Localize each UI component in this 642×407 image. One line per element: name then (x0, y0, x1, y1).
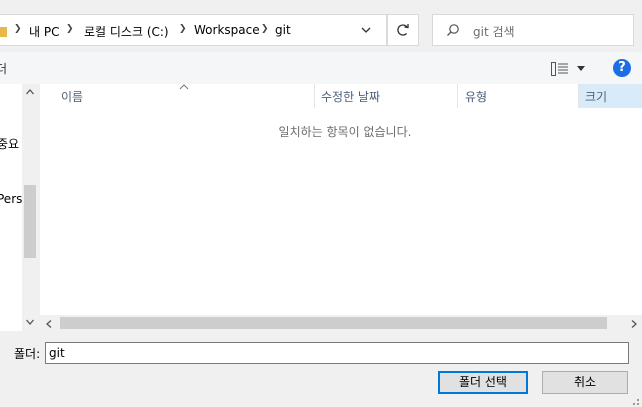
column-divider[interactable] (457, 84, 458, 108)
cancel-button[interactable]: 취소 (542, 371, 628, 394)
caret-down-icon[interactable] (576, 64, 586, 72)
chevron-right-icon[interactable]: ❯ (66, 24, 74, 34)
chevron-right-icon[interactable]: ❯ (179, 24, 187, 34)
column-header-size[interactable]: 크기 (585, 88, 607, 105)
toolbar: 더 ? (0, 52, 642, 84)
refresh-button[interactable] (387, 14, 419, 46)
search-placeholder[interactable]: git 검색 (473, 23, 515, 40)
breadcrumb-this-pc[interactable]: 내 PC (29, 23, 59, 40)
chevron-down-icon[interactable] (359, 23, 373, 37)
help-icon[interactable]: ? (613, 59, 631, 77)
navigation-pane: 중요 · Person (0, 84, 38, 331)
sort-ascending-icon (179, 84, 189, 90)
column-header-date-modified[interactable]: 수정한 날짜 (321, 88, 380, 105)
folder-label: 폴더: (14, 347, 41, 361)
breadcrumb-workspace[interactable]: Workspace (194, 23, 260, 37)
scroll-thumb[interactable] (24, 185, 36, 258)
nav-vertical-scrollbar[interactable] (22, 84, 38, 331)
select-folder-button[interactable]: 폴더 선택 (438, 371, 528, 394)
new-folder-button[interactable]: 더 (0, 60, 7, 77)
column-header-type[interactable]: 유형 (465, 88, 487, 105)
column-divider[interactable] (314, 84, 315, 108)
scroll-left-icon[interactable] (45, 319, 53, 329)
column-header-name[interactable]: 이름 (61, 88, 83, 105)
search-box[interactable]: git 검색 (432, 14, 634, 46)
empty-list-message: 일치하는 항목이 없습니다. (278, 125, 412, 139)
breadcrumb-git[interactable]: git (275, 23, 291, 37)
file-list: 이름 수정한 날짜 유형 크기 일치하는 항목이 없습니다. (40, 84, 642, 331)
scroll-thumb[interactable] (60, 317, 607, 329)
search-icon (447, 24, 459, 36)
details-view-icon[interactable] (551, 62, 569, 76)
scroll-right-icon[interactable] (630, 319, 638, 329)
horizontal-scrollbar[interactable] (40, 315, 642, 331)
breadcrumb-local-disk[interactable]: 로컬 디스크 (C:) (84, 23, 169, 40)
resize-grip-icon[interactable] (628, 394, 640, 406)
scroll-up-icon[interactable] (25, 88, 35, 96)
chevron-right-icon[interactable]: ❯ (14, 24, 22, 34)
scroll-down-icon[interactable] (25, 318, 35, 326)
folder-picker-dialog: ❯ 내 PC ❯ 로컬 디스크 (C:) ❯ Workspace ❯ git g… (0, 0, 642, 407)
column-divider[interactable] (578, 84, 579, 108)
folder-icon (0, 27, 7, 37)
folder-input[interactable]: git (45, 342, 629, 364)
chevron-right-icon[interactable]: ❯ (261, 24, 269, 34)
address-bar[interactable]: ❯ 내 PC ❯ 로컬 디스크 (C:) ❯ Workspace ❯ git (0, 14, 387, 46)
refresh-icon (397, 24, 409, 36)
